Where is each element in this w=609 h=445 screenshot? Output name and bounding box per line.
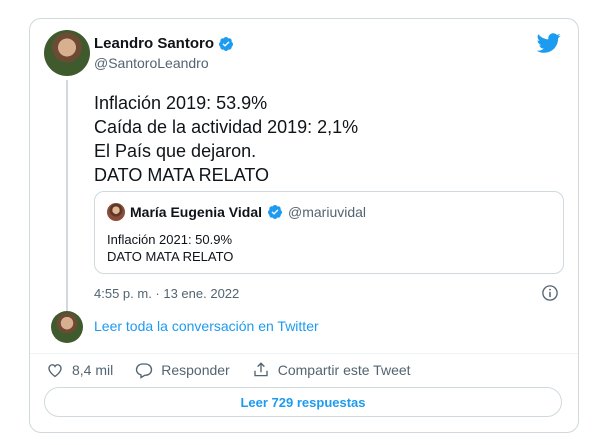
- tweet-text-line: Inflación 2019: 53.9%: [94, 93, 268, 113]
- author-name-row[interactable]: Leandro Santoro: [94, 35, 234, 52]
- reply-button[interactable]: Responder: [135, 361, 230, 379]
- share-button[interactable]: Compartir este Tweet: [252, 361, 411, 379]
- quoted-text-line: DATO MATA RELATO: [107, 249, 234, 264]
- reply-bubble-icon: [136, 363, 153, 379]
- tweet-actions: 8,4 mil Responder Compartir este Tweet: [46, 357, 433, 383]
- tweet-text: Inflación 2019: 53.9% Caída de la activi…: [94, 91, 358, 187]
- actions-divider: [30, 353, 578, 354]
- quoted-text-line: Inflación 2021: 50.9%: [107, 232, 233, 247]
- heart-icon: [48, 364, 62, 378]
- share-icon: [254, 362, 268, 377]
- reply-label: Responder: [161, 362, 230, 378]
- share-label: Compartir este Tweet: [277, 362, 411, 378]
- tweet-text-line: Caída de la actividad 2019: 2,1%: [94, 117, 359, 137]
- tweet-text-line: El País que dejaron.: [94, 141, 257, 161]
- author-name[interactable]: Leandro Santoro: [94, 35, 214, 52]
- read-replies-button[interactable]: Leer 729 respuestas: [44, 387, 562, 417]
- author-handle[interactable]: @SantoroLeandro: [94, 55, 209, 71]
- thread-connector-line: [66, 80, 68, 316]
- quoted-author-name: María Eugenia Vidal: [130, 204, 263, 220]
- like-button[interactable]: 8,4 mil: [46, 361, 113, 379]
- read-conversation-link[interactable]: Leer toda la conversación en Twitter: [94, 318, 319, 334]
- quoted-author-handle: @mariuvidal: [288, 204, 367, 220]
- tweet-text-line: DATO MATA RELATO: [94, 165, 270, 185]
- quoted-tweet-header: María Eugenia Vidal @mariuvidal: [107, 203, 366, 221]
- info-icon[interactable]: [541, 284, 559, 302]
- quoted-author-avatar: [107, 203, 125, 221]
- tweet-timestamp[interactable]: 4:55 p. m. · 13 ene. 2022: [94, 286, 239, 301]
- quoted-tweet[interactable]: María Eugenia Vidal @mariuvidal Inflació…: [94, 191, 564, 274]
- thread-author-avatar[interactable]: [51, 311, 83, 343]
- quoted-tweet-text: Inflación 2021: 50.9% DATO MATA RELATO: [107, 231, 233, 265]
- embedded-tweet-card[interactable]: Leandro Santoro @SantoroLeandro Inflació…: [29, 18, 579, 433]
- author-avatar[interactable]: [44, 30, 90, 76]
- verified-badge-icon: [219, 36, 234, 51]
- like-count: 8,4 mil: [72, 362, 114, 378]
- twitter-bird-icon[interactable]: [537, 31, 561, 55]
- verified-badge-icon: [268, 205, 283, 219]
